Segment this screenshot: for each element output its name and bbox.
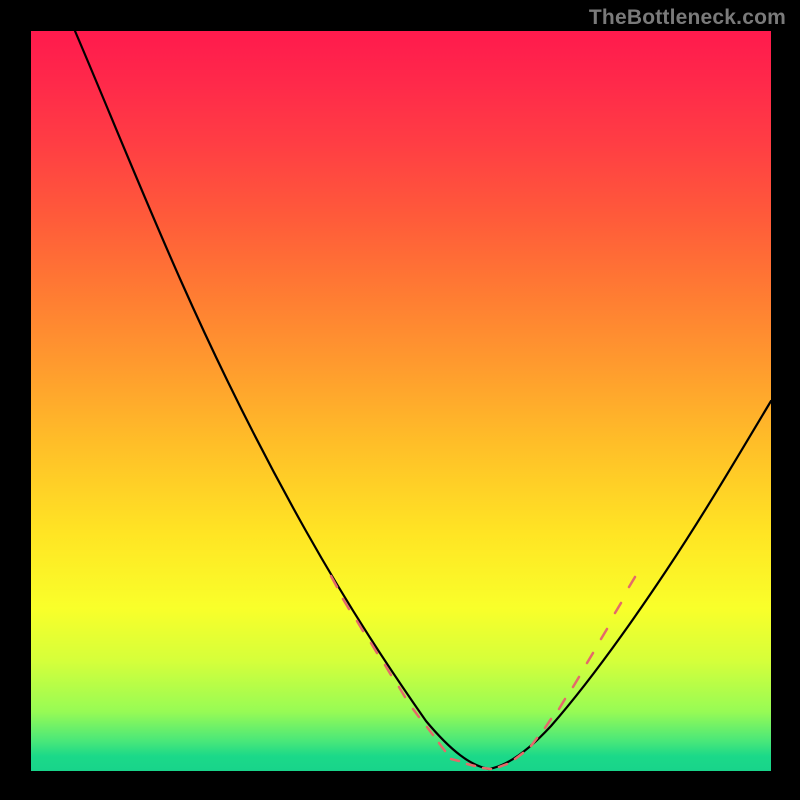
dot [559, 699, 565, 709]
dot [601, 629, 607, 639]
curve-left [75, 31, 489, 769]
plot-area [31, 31, 771, 771]
dot [451, 759, 459, 761]
dot [587, 653, 593, 663]
dot [615, 603, 621, 613]
dot [439, 743, 445, 751]
dot [573, 677, 579, 687]
watermark-text: TheBottleneck.com [589, 6, 786, 30]
dot [483, 768, 491, 769]
dot [629, 577, 635, 587]
highlight-dots [331, 576, 635, 769]
left-branch-curve [75, 31, 489, 769]
chart-stage: TheBottleneck.com [0, 0, 800, 800]
dot [499, 764, 507, 767]
curve-layer [31, 31, 771, 771]
